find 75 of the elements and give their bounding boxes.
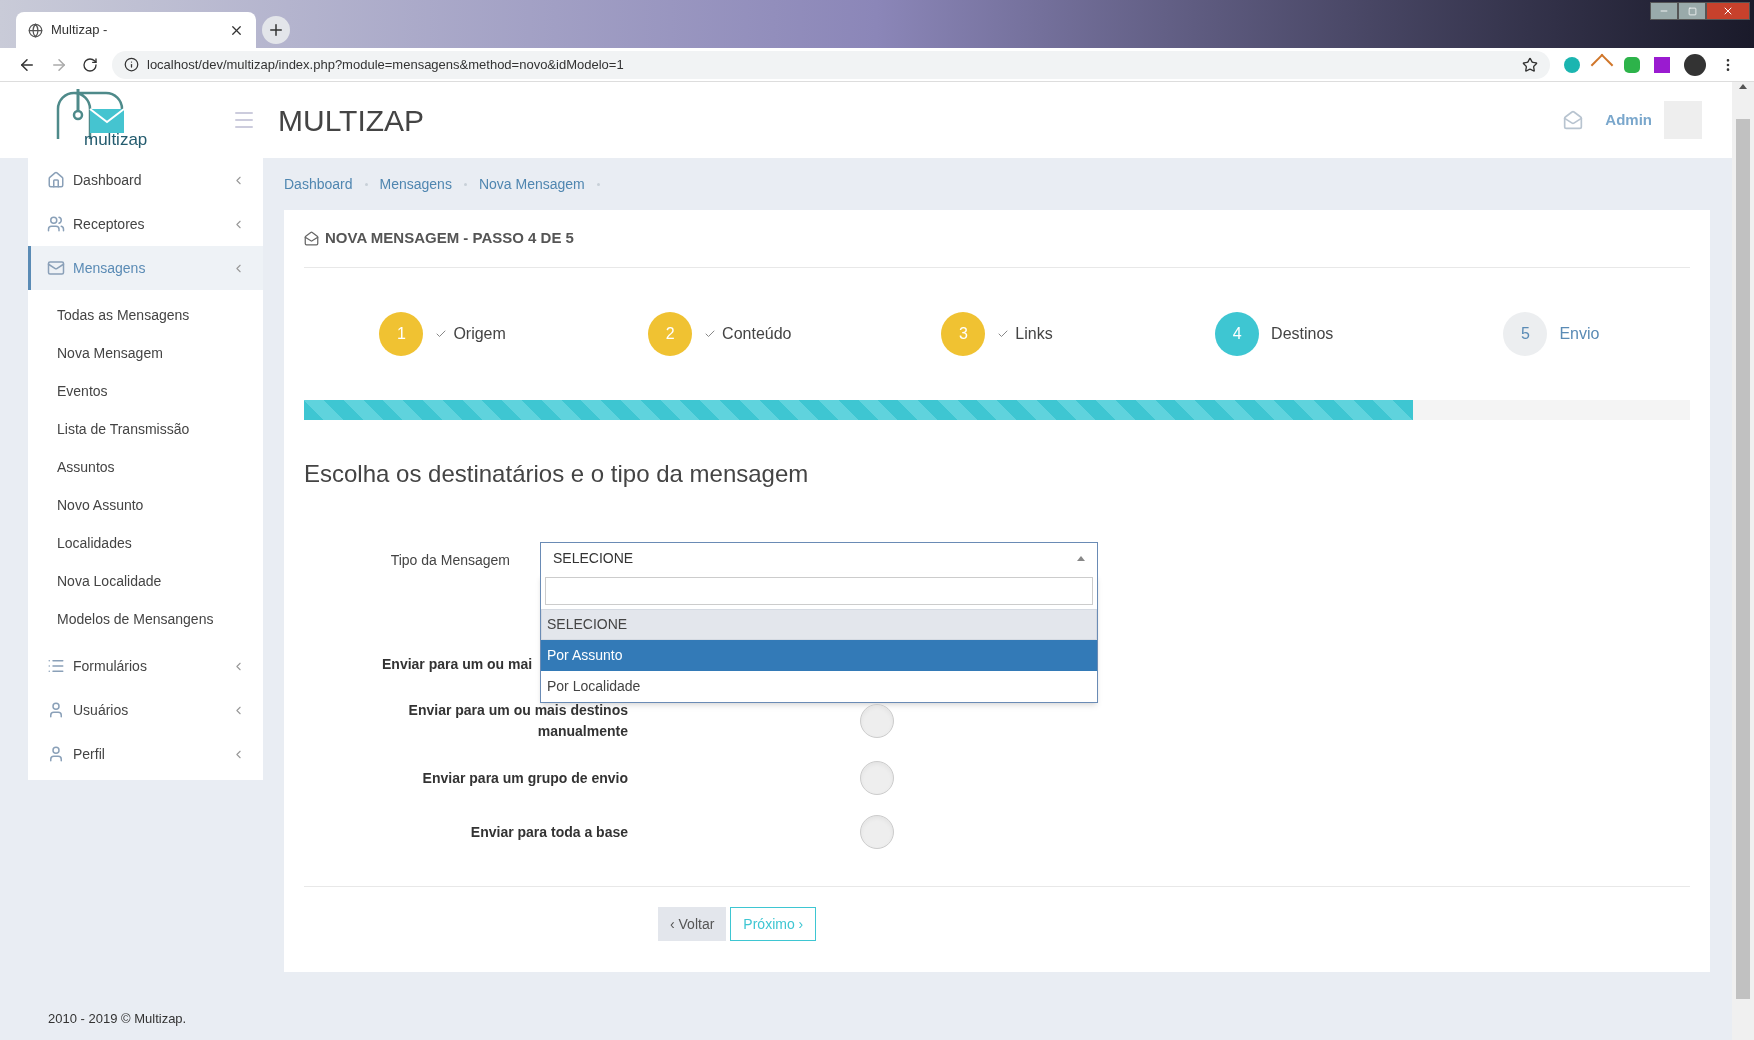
toggle-switch[interactable] xyxy=(860,704,894,738)
option-label: Enviar para um ou mai xyxy=(382,656,533,672)
new-tab-button[interactable] xyxy=(262,16,290,44)
select-field[interactable]: SELECIONE xyxy=(540,542,1098,574)
url-text: localhost/dev/multizap/index.php?module=mensagens&method=novo&idModelo=1 xyxy=(147,55,625,74)
step-number: 5 xyxy=(1503,312,1548,356)
users-icon xyxy=(47,215,65,233)
minimize-button[interactable] xyxy=(1650,2,1678,20)
globe-icon xyxy=(28,22,43,38)
caret-icon xyxy=(1077,555,1085,561)
scroll-up-icon[interactable] xyxy=(1739,84,1747,89)
option-label: Enviar para um ou mais destinos manualmente xyxy=(407,701,628,741)
section-heading: Escolha os destinatários e o tipo da mensagem xyxy=(304,459,810,489)
submenu-item[interactable]: Nova Mensagem xyxy=(28,334,263,372)
field-label: Tipo da Mensagem xyxy=(389,551,510,570)
sidebar-item[interactable]: Formulários xyxy=(28,644,263,688)
list-icon xyxy=(47,657,65,675)
dropdown-option[interactable]: SELECIONE xyxy=(541,609,1097,640)
submenu-item[interactable]: Localidades xyxy=(28,524,263,562)
maximize-button[interactable] xyxy=(1678,2,1706,20)
tab-title: Multizap - xyxy=(51,21,109,40)
sidebar-item[interactable]: Dashboard xyxy=(28,158,263,202)
step-number: 1 xyxy=(379,312,424,356)
option-label: Enviar para um grupo de envio xyxy=(421,768,628,788)
maximize-icon xyxy=(1687,6,1697,16)
logo-text: multizap xyxy=(84,131,148,148)
extension-icon[interactable] xyxy=(1654,56,1670,73)
extension-icon[interactable] xyxy=(1564,56,1580,73)
step-number: 2 xyxy=(648,312,693,356)
check-icon xyxy=(704,328,717,340)
star-icon[interactable] xyxy=(1522,56,1538,73)
footer-text: 2010 - 2019 © Multizap. xyxy=(48,1009,188,1028)
info-icon xyxy=(124,57,139,72)
scroll-thumb[interactable] xyxy=(1736,119,1750,999)
toggle-switch[interactable] xyxy=(860,815,894,849)
check-icon xyxy=(435,328,448,340)
dropdown-option[interactable]: Por Localidade xyxy=(541,671,1097,702)
browser-tab[interactable]: Multizap - xyxy=(16,12,256,48)
submenu-item[interactable]: Todas as Mensagens xyxy=(28,296,263,334)
sidebar-item[interactable]: Usuários xyxy=(28,688,263,732)
mail-icon[interactable] xyxy=(1563,110,1584,130)
step-label: Envio xyxy=(1559,324,1600,344)
sidebar-item[interactable]: Perfil xyxy=(28,732,263,776)
reload-icon[interactable] xyxy=(82,56,98,73)
plus-icon xyxy=(267,21,285,39)
mail-icon xyxy=(304,231,319,246)
step-label: Conteúdo xyxy=(722,324,792,344)
toggle-switch[interactable] xyxy=(860,761,894,795)
submenu-item[interactable]: Eventos xyxy=(28,372,263,410)
brand-title: MULTIZAP xyxy=(278,102,425,139)
mail-icon xyxy=(47,259,65,277)
sidebar-item[interactable]: Receptores xyxy=(28,202,263,246)
submenu-item[interactable]: Novo Assunto xyxy=(28,486,263,524)
back-button[interactable]: ‹ Voltar xyxy=(658,907,727,941)
dropdown-option[interactable]: Por Assunto xyxy=(541,640,1097,671)
step-number: 4 xyxy=(1215,312,1260,356)
avatar-placeholder[interactable] xyxy=(1684,53,1706,76)
submenu-item[interactable]: Nova Localidade xyxy=(28,562,263,600)
address-bar[interactable]: localhost/dev/multizap/index.php?module=mensagens&method=novo&idModelo=1 xyxy=(112,50,1550,79)
house-icon xyxy=(47,171,65,189)
submenu-item[interactable]: Assuntos xyxy=(28,448,263,486)
user-icon xyxy=(47,701,65,719)
card-title: NOVA MENSAGEM - PASSO 4 DE 5 xyxy=(325,228,574,249)
user-icon xyxy=(47,745,65,763)
step-label: Destinos xyxy=(1271,324,1334,344)
option-label: Enviar para toda a base xyxy=(469,822,628,842)
step-label: Origem xyxy=(453,324,506,344)
search-field[interactable] xyxy=(545,577,1093,605)
submenu-item[interactable]: Lista de Transmissão xyxy=(28,410,263,448)
check-icon xyxy=(997,328,1010,340)
close-icon xyxy=(1722,5,1734,17)
step-number: 3 xyxy=(941,312,986,356)
submenu-item[interactable]: Modelos de Mensangens xyxy=(28,600,263,638)
extension-icon[interactable] xyxy=(1624,56,1640,73)
step-label: Links xyxy=(1015,324,1053,344)
